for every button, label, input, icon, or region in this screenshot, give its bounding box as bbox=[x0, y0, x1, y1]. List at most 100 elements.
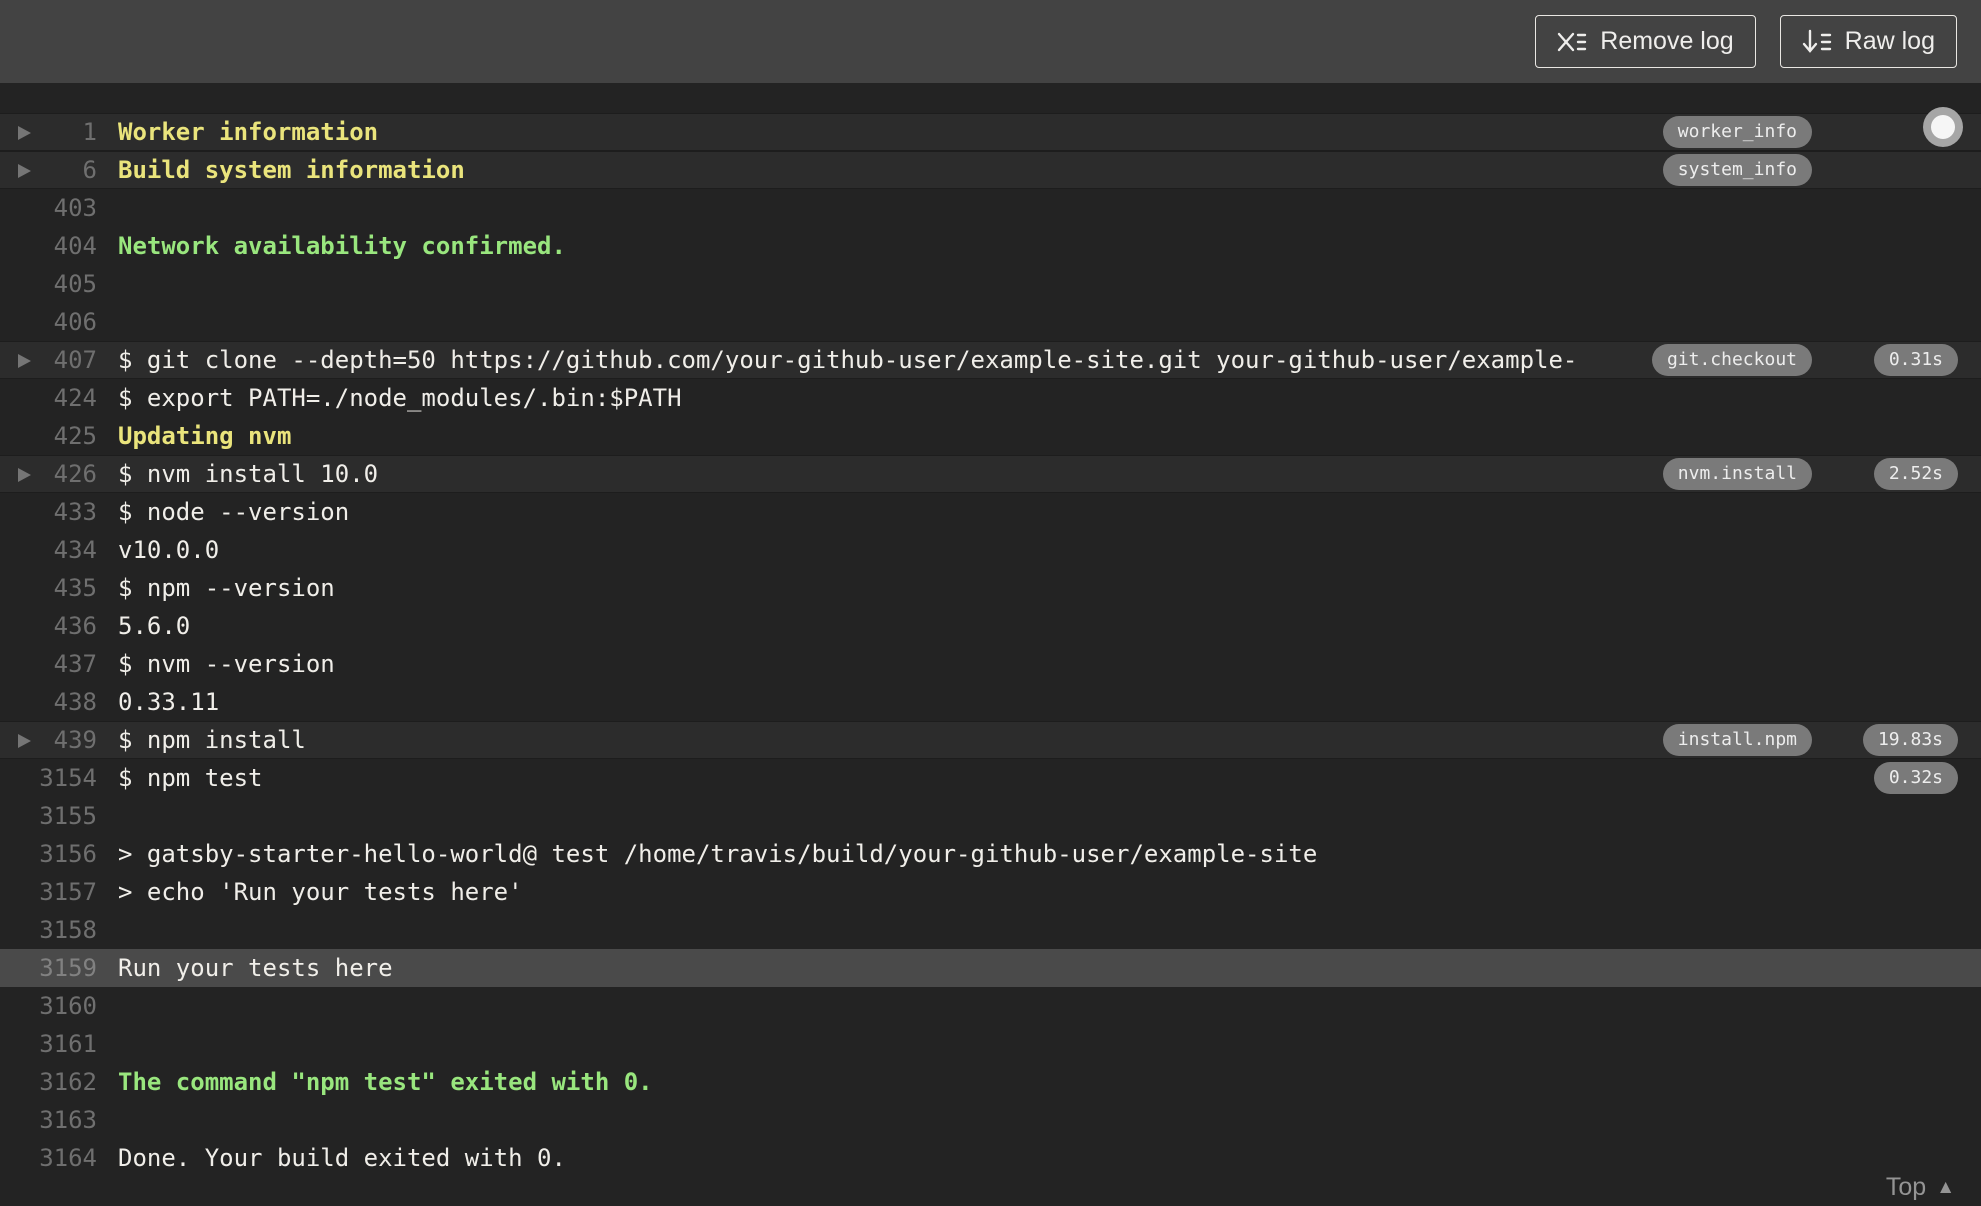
stage-tag-badge: worker_info bbox=[1662, 116, 1812, 148]
line-text bbox=[118, 265, 1631, 303]
line-number[interactable]: 436 bbox=[0, 607, 97, 645]
line-number[interactable]: 438 bbox=[0, 683, 97, 721]
log-line: 3159 Run your tests here bbox=[0, 949, 1981, 987]
log-line: 1 Worker information worker_info bbox=[0, 113, 1981, 151]
log-line: 3161 bbox=[0, 1025, 1981, 1063]
line-number[interactable]: 3162 bbox=[0, 1063, 97, 1101]
line-number[interactable]: 1 bbox=[0, 113, 97, 151]
line-number[interactable]: 3163 bbox=[0, 1101, 97, 1139]
line-text: Build system information bbox=[118, 156, 465, 184]
line-number[interactable]: 3161 bbox=[0, 1025, 97, 1063]
line-text: Done. Your build exited with 0. bbox=[118, 1144, 566, 1172]
log-line: 407 $ git clone --depth=50 https://githu… bbox=[0, 341, 1981, 379]
log-line: 3155 bbox=[0, 797, 1981, 835]
log-toolbar: Remove log Raw log bbox=[0, 0, 1981, 83]
duration-badge: 0.32s bbox=[1873, 762, 1958, 794]
line-number[interactable]: 433 bbox=[0, 493, 97, 531]
chevron-up-icon: ▲ bbox=[1936, 1176, 1955, 1198]
line-number[interactable]: 407 bbox=[0, 341, 97, 379]
line-number[interactable]: 439 bbox=[0, 721, 97, 759]
line-text: Network availability confirmed. bbox=[118, 232, 566, 260]
line-text: 0.33.11 bbox=[118, 688, 220, 716]
line-text: $ node --version bbox=[118, 498, 350, 526]
log-line: 3163 bbox=[0, 1101, 1981, 1139]
line-number[interactable]: 434 bbox=[0, 531, 97, 569]
line-number[interactable]: 3160 bbox=[0, 987, 97, 1025]
log-line: 405 bbox=[0, 265, 1981, 303]
scroll-to-top-link[interactable]: Top ▲ bbox=[1886, 1173, 1955, 1202]
log-line: 403 bbox=[0, 189, 1981, 227]
stage-tag-badge: install.npm bbox=[1662, 724, 1812, 756]
log-line: 3162 The command "npm test" exited with … bbox=[0, 1063, 1981, 1101]
arrow-down-list-icon bbox=[1802, 29, 1832, 55]
stage-tag-badge: system_info bbox=[1662, 154, 1812, 186]
line-text: Updating nvm bbox=[118, 422, 292, 450]
log-line: 434 v10.0.0 bbox=[0, 531, 1981, 569]
line-number[interactable]: 403 bbox=[0, 189, 97, 227]
duration-badge: 19.83s bbox=[1862, 724, 1958, 756]
line-text bbox=[118, 987, 1631, 1025]
line-number[interactable]: 437 bbox=[0, 645, 97, 683]
build-log: 1 Worker information worker_info 6 Build… bbox=[0, 83, 1981, 1206]
line-text bbox=[118, 911, 1631, 949]
line-text bbox=[118, 1101, 1631, 1139]
line-text: $ npm test bbox=[118, 764, 263, 792]
stage-tag-badge: git.checkout bbox=[1651, 344, 1812, 376]
log-line: 424 $ export PATH=./node_modules/.bin:$P… bbox=[0, 379, 1981, 417]
log-line: 3158 bbox=[0, 911, 1981, 949]
duration-badge: 0.31s bbox=[1873, 344, 1958, 376]
line-text: $ npm --version bbox=[118, 574, 335, 602]
log-lines: 1 Worker information worker_info 6 Build… bbox=[0, 113, 1981, 1177]
log-line: 3154 $ npm test 0.32s bbox=[0, 759, 1981, 797]
line-number[interactable]: 3154 bbox=[0, 759, 97, 797]
line-number[interactable]: 426 bbox=[0, 455, 97, 493]
line-number[interactable]: 3164 bbox=[0, 1139, 97, 1177]
remove-log-button[interactable]: Remove log bbox=[1535, 15, 1756, 68]
log-line: 406 bbox=[0, 303, 1981, 341]
raw-log-label: Raw log bbox=[1844, 27, 1935, 55]
stage-tag-badge: nvm.install bbox=[1662, 458, 1812, 490]
line-number[interactable]: 424 bbox=[0, 379, 97, 417]
line-number[interactable]: 3159 bbox=[0, 949, 97, 987]
x-list-icon bbox=[1557, 30, 1587, 54]
duration-badge: 2.52s bbox=[1873, 458, 1958, 490]
line-text bbox=[118, 189, 1631, 227]
log-line: 3160 bbox=[0, 987, 1981, 1025]
line-number[interactable]: 405 bbox=[0, 265, 97, 303]
line-text: $ nvm --version bbox=[118, 650, 335, 678]
log-line: 425 Updating nvm bbox=[0, 417, 1981, 455]
line-number[interactable]: 406 bbox=[0, 303, 97, 341]
scroll-position-indicator[interactable] bbox=[1923, 107, 1963, 147]
line-text: $ git clone --depth=50 https://github.co… bbox=[118, 346, 1578, 374]
raw-log-button[interactable]: Raw log bbox=[1779, 15, 1957, 68]
line-text: $ npm install bbox=[118, 726, 306, 754]
log-line: 439 $ npm install install.npm 19.83s bbox=[0, 721, 1981, 759]
line-number[interactable]: 404 bbox=[0, 227, 97, 265]
remove-log-label: Remove log bbox=[1600, 27, 1734, 55]
log-line: 3157 > echo 'Run your tests here' bbox=[0, 873, 1981, 911]
line-text: Run your tests here bbox=[118, 954, 393, 982]
log-line: 436 5.6.0 bbox=[0, 607, 1981, 645]
log-line: 437 $ nvm --version bbox=[0, 645, 1981, 683]
line-text: Worker information bbox=[118, 118, 379, 146]
line-number[interactable]: 3156 bbox=[0, 835, 97, 873]
line-text: v10.0.0 bbox=[118, 536, 220, 564]
log-line: 3156 > gatsby-starter-hello-world@ test … bbox=[0, 835, 1981, 873]
line-text: $ nvm install 10.0 bbox=[118, 460, 379, 488]
line-text bbox=[118, 1025, 1631, 1063]
line-number[interactable]: 425 bbox=[0, 417, 97, 455]
line-text: > gatsby-starter-hello-world@ test /home… bbox=[118, 840, 1318, 868]
line-number[interactable]: 3157 bbox=[0, 873, 97, 911]
line-number[interactable]: 435 bbox=[0, 569, 97, 607]
log-line: 433 $ node --version bbox=[0, 493, 1981, 531]
line-text: The command "npm test" exited with 0. bbox=[118, 1068, 653, 1096]
line-text: > echo 'Run your tests here' bbox=[118, 878, 523, 906]
line-text bbox=[118, 303, 1631, 341]
line-number[interactable]: 3155 bbox=[0, 797, 97, 835]
log-line: 6 Build system information system_info bbox=[0, 151, 1981, 189]
line-number[interactable]: 3158 bbox=[0, 911, 97, 949]
line-number[interactable]: 6 bbox=[0, 151, 97, 189]
log-line: 435 $ npm --version bbox=[0, 569, 1981, 607]
log-line: 426 $ nvm install 10.0 nvm.install 2.52s bbox=[0, 455, 1981, 493]
log-line: 438 0.33.11 bbox=[0, 683, 1981, 721]
